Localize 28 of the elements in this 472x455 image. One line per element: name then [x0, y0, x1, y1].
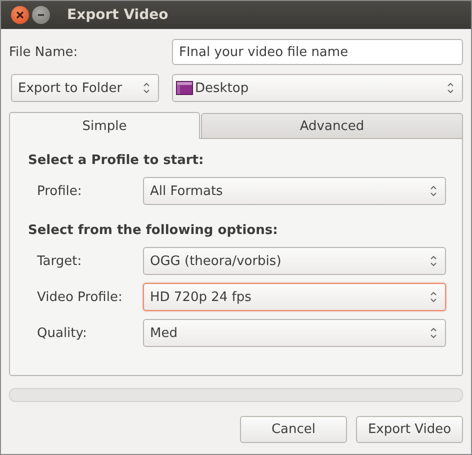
- folder-icon: [176, 81, 193, 95]
- dropdown-arrows-icon: [143, 82, 150, 94]
- field-label: Profile:: [37, 184, 83, 198]
- dialog-button[interactable]: Cancel: [240, 416, 347, 443]
- minimize-icon[interactable]: [32, 6, 50, 24]
- dialog-button[interactable]: Export Video: [356, 416, 463, 443]
- field-label: Quality:: [37, 326, 88, 340]
- dropdown[interactable]: All Formats: [143, 177, 446, 205]
- dropdown-arrows-icon: [447, 82, 454, 94]
- dropdown-arrows-icon: [430, 255, 437, 267]
- field-label: Video Profile:: [37, 290, 124, 304]
- export-mode-dropdown[interactable]: Export to Folder: [11, 74, 159, 102]
- dropdown-arrows-icon: [430, 327, 437, 339]
- tab[interactable]: Advanced: [201, 113, 463, 138]
- dropdown-arrows-icon: [430, 185, 437, 197]
- close-icon[interactable]: [11, 6, 29, 24]
- dropdown-arrows-icon: [430, 291, 437, 303]
- field-label: Target:: [37, 254, 83, 268]
- field-label: File Name:: [9, 44, 79, 60]
- tab[interactable]: Simple: [9, 112, 200, 139]
- dropdown[interactable]: Med: [143, 319, 446, 347]
- section-heading: Select a Profile to start:: [27, 152, 205, 170]
- folder-dropdown[interactable]: Desktop: [172, 74, 463, 102]
- dropdown[interactable]: HD 720p 24 fps: [143, 283, 446, 311]
- file-name-field[interactable]: FInal your video file name: [172, 39, 463, 65]
- dropdown[interactable]: OGG (theora/vorbis): [143, 247, 446, 275]
- window-title: Export Video: [67, 7, 168, 23]
- section-heading: Select from the following options:: [27, 222, 279, 240]
